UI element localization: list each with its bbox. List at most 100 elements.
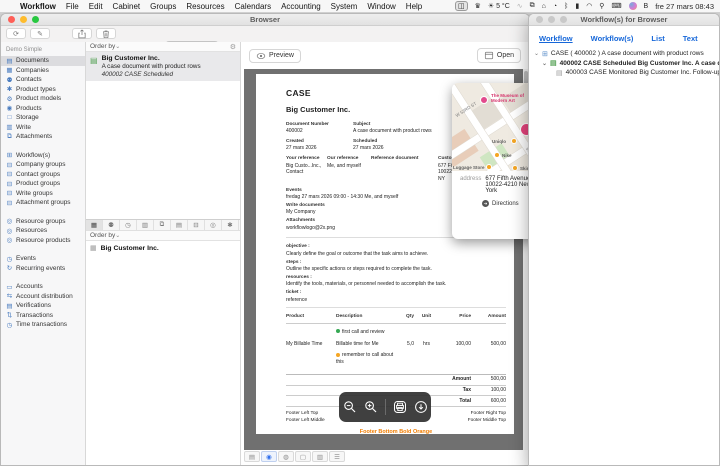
sidebar-item-write[interactable]: ▥Write	[1, 123, 85, 133]
crown-icon[interactable]: ♛	[475, 2, 481, 10]
tab-text[interactable]: Text	[683, 34, 698, 43]
order-by-bar[interactable]: Order by ⌄ ⚙	[86, 42, 240, 52]
tab-write-icon[interactable]: ▥	[137, 220, 154, 230]
open-button[interactable]: Open	[477, 48, 521, 63]
tree-item-monitored-case[interactable]: ▤ 400003 CASE Monitored Big Customer Inc…	[534, 68, 719, 78]
sidebar-item-resource-groups[interactable]: ◎Resource groups	[1, 217, 85, 227]
sidebar-item-product-models[interactable]: ⚙Product models	[1, 94, 85, 104]
menu-item-groups[interactable]: Groups	[145, 2, 181, 11]
luggage-store-pin[interactable]	[486, 164, 492, 170]
tree-item-case-group[interactable]: ⌄ ⊞ CASE ( 400002 ) A case document with…	[534, 49, 719, 59]
sidebar-item-resource-products[interactable]: ◎Resource products	[1, 236, 85, 246]
sidebar-item-accounts[interactable]: ▭Accounts	[1, 282, 85, 292]
sidebar-item-companies[interactable]: ▦Companies	[1, 66, 85, 76]
sidebar-item-product-groups[interactable]: ⊟Product groups	[1, 179, 85, 189]
sidebar-item-product-types[interactable]: ✱Product types	[1, 85, 85, 95]
zoom-button[interactable]	[560, 16, 567, 23]
battery-icon[interactable]: ▮	[575, 2, 579, 10]
menu-item-accounting[interactable]: Accounting	[276, 2, 326, 11]
gear-icon[interactable]: ⚙	[230, 43, 236, 51]
tab-events-icon[interactable]: ◷	[120, 220, 137, 230]
copy-icon[interactable]: ⧉	[530, 2, 535, 10]
menu-item-resources[interactable]: Resources	[181, 2, 229, 11]
sidebar-item-resources[interactable]: ◎Resources	[1, 226, 85, 236]
disclosure-triangle-icon[interactable]: ⌄	[534, 50, 539, 57]
sidebar-item-recurring-events[interactable]: ↻Recurring events	[1, 264, 85, 274]
menu-item-file[interactable]: File	[61, 2, 84, 11]
close-button[interactable]	[536, 16, 543, 23]
zoom-in-button[interactable]	[364, 400, 378, 414]
wifi-icon[interactable]: ◠	[586, 2, 592, 10]
print-button[interactable]	[393, 400, 407, 414]
chart-view-button[interactable]: ▥	[312, 451, 328, 462]
sidebar-item-attachments[interactable]: ⧉Attachments	[1, 132, 85, 142]
refresh-button[interactable]: ⟳	[6, 28, 26, 39]
preview-toggle[interactable]: Preview	[249, 49, 301, 63]
zoom-out-button[interactable]	[343, 400, 357, 414]
tab-resources-icon[interactable]: ◎	[205, 220, 222, 230]
close-button[interactable]	[8, 16, 15, 23]
keyboard-icon[interactable]: ⌨	[611, 2, 621, 10]
sidebar-item-storage[interactable]: □Storage	[1, 113, 85, 123]
minimize-button[interactable]	[20, 16, 27, 23]
related-company-item[interactable]: ▦ Big Customer Inc.	[86, 241, 240, 255]
menu-item-system[interactable]: System	[326, 2, 363, 11]
disclosure-triangle-icon[interactable]: ⌄	[542, 60, 547, 67]
tab-companies-icon[interactable]: ▦	[86, 220, 103, 230]
map[interactable]: W 53RD ST The Museum of Modern Art Uniql…	[452, 83, 538, 171]
weather-status[interactable]: ☀ 5 °C	[488, 2, 510, 10]
web-view-button[interactable]: ◉	[261, 451, 277, 462]
tab-documents-icon[interactable]: ▤	[171, 220, 188, 230]
share-button[interactable]	[72, 28, 92, 39]
order-by-bar[interactable]: Order by ⌄	[86, 231, 240, 241]
museum-pin[interactable]	[480, 96, 488, 104]
tree-item-scheduled-case[interactable]: ⌄ ▤ 400002 CASE Scheduled Big Customer I…	[534, 59, 719, 69]
window-view-button[interactable]: ▢	[295, 451, 311, 462]
bluetooth-icon[interactable]: ᛒ	[564, 3, 568, 10]
screen-mirroring-icon[interactable]: ◫	[455, 1, 468, 11]
menu-item-help[interactable]: Help	[401, 2, 427, 11]
tab-list[interactable]: List	[651, 34, 664, 43]
sidebar-item-attachment-groups[interactable]: ⊟Attachment groups	[1, 198, 85, 208]
browser-titlebar[interactable]: Browser	[1, 14, 529, 26]
tab-workflows[interactable]: Workflow(s)	[591, 34, 634, 43]
menu-item-window[interactable]: Window	[362, 2, 400, 11]
tab-products-icon[interactable]: ✱	[222, 220, 239, 230]
workflow-titlebar[interactable]: Workflow(s) for Browser	[529, 14, 719, 26]
edit-button[interactable]: ✎	[30, 28, 50, 39]
sidebar-item-verifications[interactable]: ▤Verifications	[1, 301, 85, 311]
tab-attachments-icon[interactable]: ⧉	[154, 220, 171, 230]
input-source-icon[interactable]: B	[644, 3, 649, 10]
menu-item-workflow[interactable]: Workflow	[15, 2, 61, 11]
menu-bar-clock[interactable]: fre 27 mars 08:43	[655, 2, 714, 11]
tab-workflow[interactable]: Workflow	[539, 34, 573, 43]
trash-button[interactable]	[96, 28, 116, 39]
case-list-item[interactable]: ▤ Big Customer Inc. A case document with…	[86, 52, 240, 81]
skims-pin[interactable]	[512, 165, 518, 171]
siri-icon[interactable]	[629, 2, 637, 10]
tab-contacts-icon[interactable]: ⚉	[103, 220, 120, 230]
user-icon[interactable]: ◔	[553, 3, 557, 10]
sidebar-item-company-groups[interactable]: ⊟Company groups	[1, 160, 85, 170]
sidebar-item-events[interactable]: ◷Events	[1, 254, 85, 264]
menu-item-calendars[interactable]: Calendars	[230, 2, 276, 11]
home-icon[interactable]: ⌂	[542, 3, 546, 10]
sidebar-item-workflows[interactable]: ⊞Workflow(s)	[1, 151, 85, 161]
directions-button[interactable]: ➜ Directions	[452, 194, 538, 207]
sidebar-item-write-groups[interactable]: ⊟Write groups	[1, 189, 85, 199]
uniqlo-pin[interactable]	[511, 138, 517, 144]
sidebar-item-account-distribution[interactable]: ⇆Account distribution	[1, 292, 85, 302]
tab-groups-icon[interactable]: ⊟	[188, 220, 205, 230]
nike-pin[interactable]	[494, 152, 500, 158]
sidebar-item-transactions[interactable]: ⇅Transactions	[1, 311, 85, 321]
activity-icon[interactable]: ∿	[517, 2, 523, 10]
sidebar-item-documents[interactable]: ▤Documents	[1, 56, 85, 66]
sidebar-item-contacts[interactable]: ⚉Contacts	[1, 75, 85, 85]
menu-item-edit[interactable]: Edit	[84, 2, 108, 11]
download-button[interactable]	[414, 400, 428, 414]
sidebar-item-contact-groups[interactable]: ⊟Contact groups	[1, 170, 85, 180]
menu-item-cabinet[interactable]: Cabinet	[108, 2, 146, 11]
globe-view-button[interactable]: ◍	[278, 451, 294, 462]
sidebar-item-products[interactable]: ◉Products	[1, 104, 85, 114]
card-view-button[interactable]: ▤	[244, 451, 260, 462]
